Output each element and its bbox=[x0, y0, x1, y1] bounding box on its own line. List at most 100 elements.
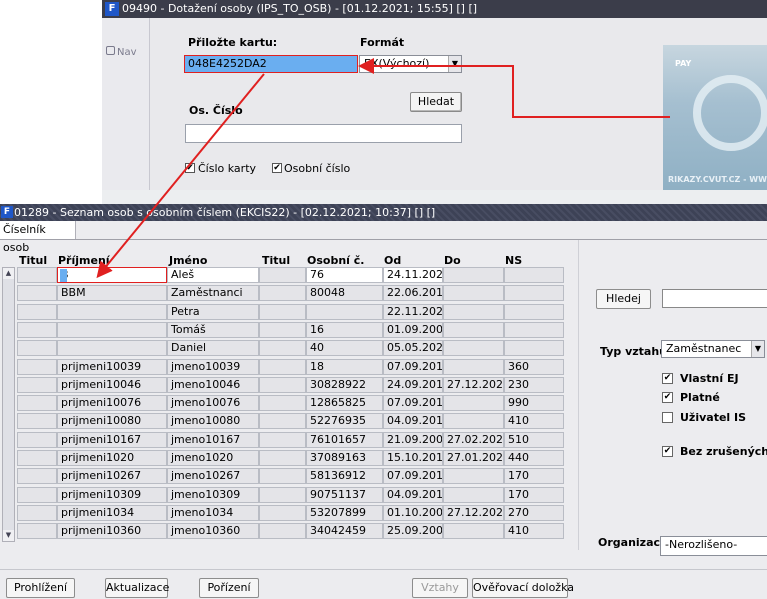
porizeni-button[interactable]: Pořízení bbox=[199, 578, 259, 598]
tab-person-list[interactable]: Číselník osob bbox=[0, 221, 76, 254]
organization-select[interactable]: -Nerozlišeno- bbox=[660, 536, 767, 556]
table-cell[interactable]: prijmeni10080 bbox=[57, 413, 167, 429]
table-cell[interactable]: 12865825 bbox=[306, 395, 383, 411]
table-cell[interactable]: 01.09.2000 bbox=[383, 322, 443, 338]
table-cell[interactable] bbox=[17, 377, 57, 393]
table-cell[interactable] bbox=[306, 304, 383, 320]
table-cell[interactable]: 07.09.2011 bbox=[383, 359, 443, 375]
table-cell[interactable] bbox=[259, 377, 306, 393]
table-cell[interactable] bbox=[17, 359, 57, 375]
column-header-title2[interactable]: Titul bbox=[262, 254, 290, 267]
table-cell[interactable]: 230 bbox=[504, 377, 564, 393]
table-cell[interactable] bbox=[259, 340, 306, 356]
table-cell[interactable]: 27.12.2021 bbox=[443, 377, 504, 393]
table-cell[interactable]: jmeno10167 bbox=[167, 432, 259, 448]
column-header-ns[interactable]: NS bbox=[505, 254, 522, 267]
table-cell[interactable]: 170 bbox=[504, 487, 564, 503]
chevron-down-icon[interactable]: ▼ bbox=[448, 56, 461, 72]
table-cell[interactable] bbox=[259, 322, 306, 338]
table-cell[interactable]: 30828922 bbox=[306, 377, 383, 393]
table-cell[interactable] bbox=[17, 413, 57, 429]
column-header-from[interactable]: Od bbox=[384, 254, 401, 267]
table-cell[interactable]: 360 bbox=[504, 359, 564, 375]
table-cell[interactable] bbox=[259, 432, 306, 448]
table-cell[interactable]: 22.11.2020 bbox=[383, 304, 443, 320]
table-cell[interactable] bbox=[504, 285, 564, 301]
own-ej-checkbox[interactable]: ✔ bbox=[662, 373, 673, 384]
table-cell[interactable]: 510 bbox=[504, 432, 564, 448]
table-cell[interactable] bbox=[443, 523, 504, 539]
table-cell[interactable]: 16 bbox=[306, 322, 383, 338]
table-cell[interactable]: 410 bbox=[504, 523, 564, 539]
table-cell[interactable] bbox=[17, 450, 57, 466]
table-cell[interactable]: 24.09.2014 bbox=[383, 377, 443, 393]
table-cell[interactable]: prijmeni10360 bbox=[57, 523, 167, 539]
table-cell[interactable] bbox=[504, 322, 564, 338]
relation-type-select[interactable]: Zaměstnanec ▼ bbox=[661, 340, 765, 358]
table-cell[interactable] bbox=[17, 505, 57, 521]
column-header-surname[interactable]: Příjmení bbox=[58, 254, 110, 267]
table-cell[interactable] bbox=[443, 413, 504, 429]
table-cell[interactable]: 04.09.2012 bbox=[383, 413, 443, 429]
table-cell[interactable]: prijmeni1020 bbox=[57, 450, 167, 466]
table-cell[interactable] bbox=[259, 267, 306, 283]
scroll-down-icon[interactable]: ▼ bbox=[3, 530, 14, 541]
table-cell[interactable]: 27.12.2021 bbox=[443, 505, 504, 521]
table-cell[interactable] bbox=[504, 340, 564, 356]
card-number-checkbox[interactable]: ✔ bbox=[185, 163, 195, 173]
table-cell[interactable]: 52276935 bbox=[306, 413, 383, 429]
table-cell[interactable]: 01.10.2003 bbox=[383, 505, 443, 521]
table-cell[interactable]: BBM bbox=[57, 285, 167, 301]
table-cell[interactable] bbox=[17, 487, 57, 503]
table-cell[interactable] bbox=[57, 340, 167, 356]
aktualizace-button[interactable]: Aktualizace bbox=[105, 578, 169, 598]
prohlizeni-button[interactable]: Prohlížení bbox=[6, 578, 75, 598]
table-cell[interactable]: 34042459 bbox=[306, 523, 383, 539]
table-cell[interactable] bbox=[259, 285, 306, 301]
table-cell[interactable] bbox=[17, 267, 57, 283]
column-header-personal-no[interactable]: Osobní č. bbox=[307, 254, 364, 267]
table-cell[interactable]: 07.09.2011 bbox=[383, 468, 443, 484]
table-cell[interactable]: Petra bbox=[167, 304, 259, 320]
table-cell[interactable]: 15.10.2010 bbox=[383, 450, 443, 466]
table-cell[interactable]: 22.06.2017 bbox=[383, 285, 443, 301]
os-cislo-input[interactable] bbox=[185, 124, 462, 143]
table-cell[interactable]: 76101657 bbox=[306, 432, 383, 448]
nav-button[interactable]: Nav bbox=[106, 46, 137, 58]
table-cell[interactable]: 27.02.2023 bbox=[443, 432, 504, 448]
table-cell[interactable]: 21.09.2000 bbox=[383, 432, 443, 448]
table-cell[interactable]: 07.09.2011 bbox=[383, 395, 443, 411]
without-cancelled-checkbox[interactable]: ✔ bbox=[662, 446, 673, 457]
table-cell[interactable]: Tomáš bbox=[167, 322, 259, 338]
table-cell[interactable]: 24.11.2021 bbox=[383, 267, 443, 283]
table-cell[interactable]: Zaměstnanci bbox=[167, 285, 259, 301]
card-number-input[interactable]: 048E4252DA2 bbox=[184, 55, 358, 73]
table-cell[interactable] bbox=[17, 285, 57, 301]
table-cell[interactable]: jmeno10267 bbox=[167, 468, 259, 484]
table-cell[interactable] bbox=[443, 340, 504, 356]
table-cell[interactable]: 270 bbox=[504, 505, 564, 521]
format-select[interactable]: EX(Výchozí) ▼ bbox=[359, 55, 462, 73]
scroll-up-icon[interactable]: ▲ bbox=[3, 268, 14, 279]
table-cell[interactable]: 170 bbox=[504, 468, 564, 484]
table-cell[interactable]: 27.01.2022 bbox=[443, 450, 504, 466]
table-cell[interactable]: Aleš bbox=[167, 267, 259, 283]
table-cell[interactable]: jmeno10076 bbox=[167, 395, 259, 411]
vztahy-button[interactable]: Vztahy bbox=[412, 578, 468, 598]
table-cell[interactable] bbox=[443, 267, 504, 283]
table-cell[interactable] bbox=[259, 413, 306, 429]
table-cell[interactable] bbox=[443, 395, 504, 411]
table-cell[interactable] bbox=[259, 468, 306, 484]
table-cell[interactable]: jmeno1020 bbox=[167, 450, 259, 466]
table-cell[interactable]: 40 bbox=[306, 340, 383, 356]
table-cell[interactable]: 410 bbox=[504, 413, 564, 429]
table-cell[interactable]: jmeno10080 bbox=[167, 413, 259, 429]
hledej-input[interactable] bbox=[662, 289, 767, 308]
table-cell[interactable] bbox=[57, 322, 167, 338]
table-cell[interactable]: 990 bbox=[504, 395, 564, 411]
vertical-scrollbar[interactable]: ▲ ▼ bbox=[2, 267, 15, 542]
table-cell[interactable] bbox=[259, 395, 306, 411]
overovaci-dolozka-button[interactable]: Ověřovací doložka bbox=[472, 578, 574, 598]
column-header-to[interactable]: Do bbox=[444, 254, 461, 267]
table-cell[interactable]: jmeno10046 bbox=[167, 377, 259, 393]
